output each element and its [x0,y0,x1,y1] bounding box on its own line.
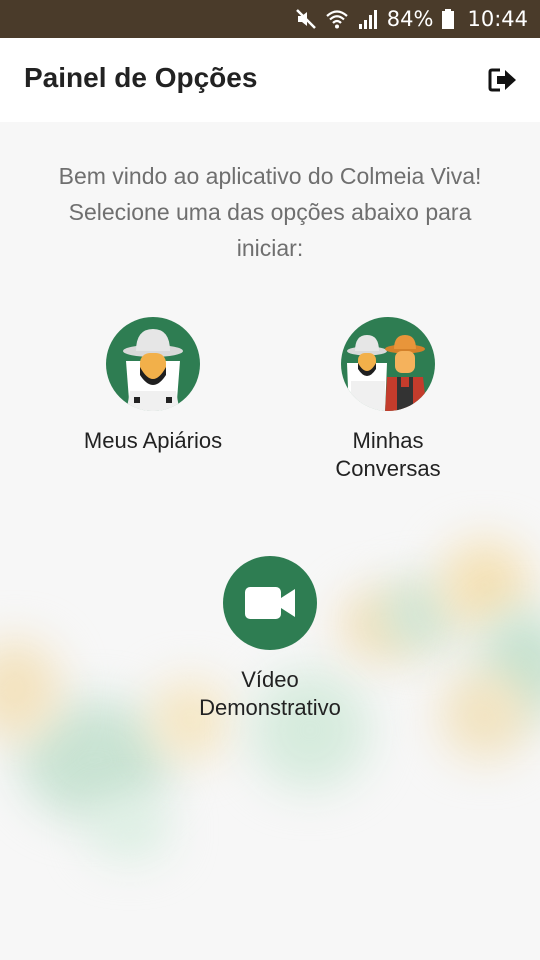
option-label-conversas: Minhas Conversas [288,427,488,483]
option-label-apiarios: Meus Apiários [83,428,223,453]
welcome-line-2: Selecione uma das opções abaixo para [68,199,472,225]
clock: 10:44 [467,7,528,31]
option-label-video: Vídeo Demonstrativo [170,666,370,722]
welcome-message: Bem vindo ao aplicativo do Colmeia Viva!… [20,158,520,266]
option-minhas-conversas[interactable]: Minhas Conversas [288,317,488,483]
screen: 84% 10:44 Painel de Opções Bem vindo ao … [0,0,540,960]
option-label-video-line-1: Vídeo [241,667,299,692]
option-label-conversas-line-1: Minhas [352,428,424,453]
signal-icon [358,10,377,29]
page-title: Painel de Opções [24,62,258,93]
option-label-video-line-2: Demonstrativo [199,695,341,720]
option-label-conversas-line-2: Conversas [335,456,441,481]
status-bar: 84% 10:44 [0,0,540,38]
option-meus-apiarios[interactable]: Meus Apiários [53,317,253,455]
app-bar: Painel de Opções [0,38,540,122]
option-video-demonstrativo[interactable]: Vídeo Demonstrativo [170,556,370,722]
welcome-line-3: iniciar: [236,235,304,261]
beekeeper-farmer-icon [341,317,435,411]
battery-icon [442,9,455,29]
beekeeper-icon [106,317,200,411]
battery-percent: 84% [386,7,434,31]
wifi-icon [326,10,348,29]
video-camera-icon [223,556,317,650]
status-icons: 84% 10:44 [295,0,528,38]
logout-icon [488,68,516,92]
welcome-line-1: Bem vindo ao aplicativo do Colmeia Viva! [58,163,482,189]
logout-button[interactable] [488,66,518,94]
mute-icon [295,9,316,29]
